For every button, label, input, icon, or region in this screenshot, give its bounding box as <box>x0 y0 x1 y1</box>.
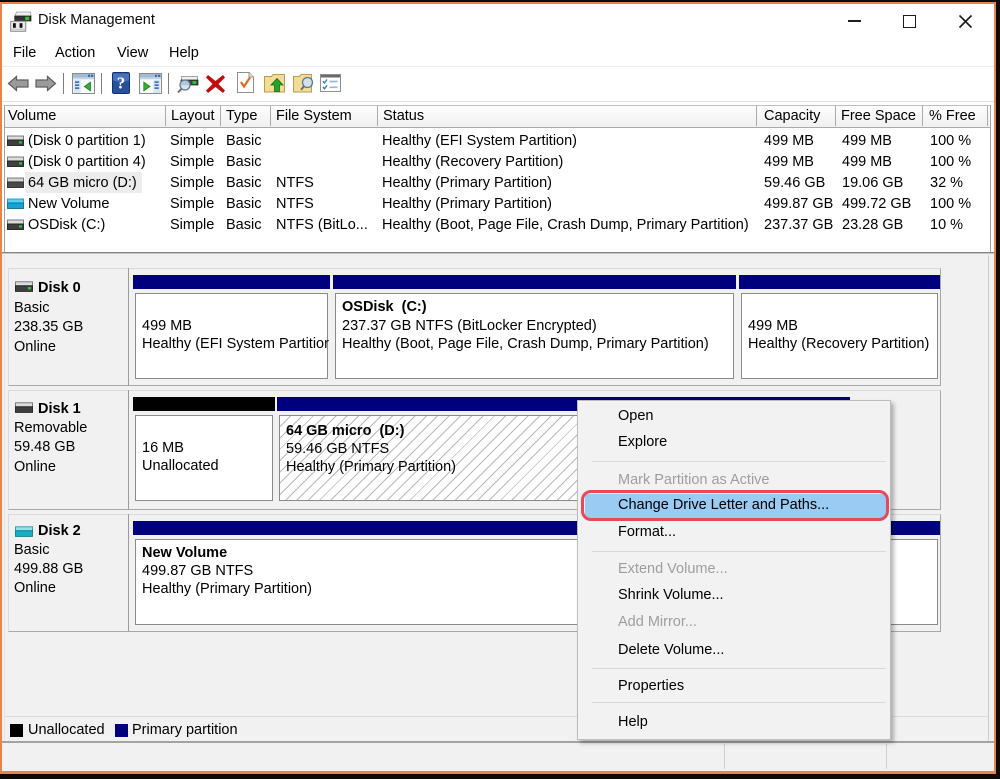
svg-text:?: ? <box>117 74 126 93</box>
